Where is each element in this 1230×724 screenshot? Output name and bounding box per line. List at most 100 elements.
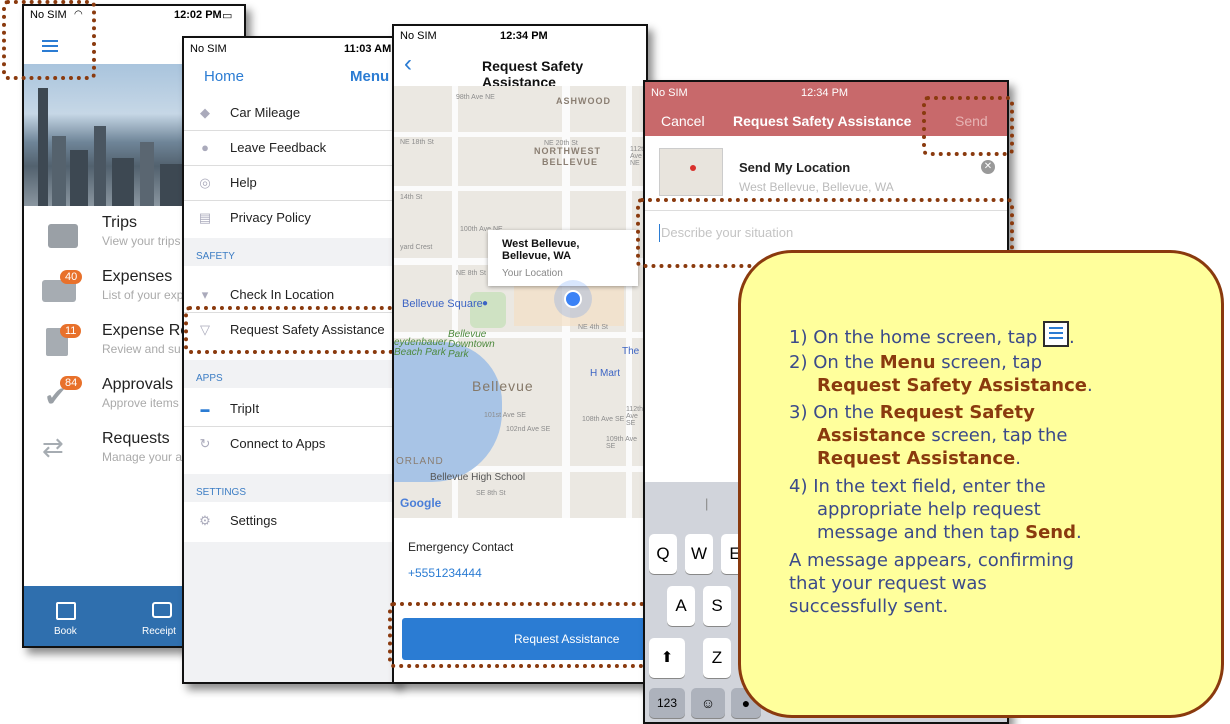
battery-icon: ▭: [222, 10, 233, 22]
step-emphasis: Assistance: [817, 425, 926, 446]
tripit-icon: ▬: [200, 404, 210, 414]
list-item-subtitle: List of your exp: [102, 288, 184, 302]
list-item-subtitle: Review and su: [102, 342, 181, 356]
section-label: SETTINGS: [196, 487, 247, 498]
emergency-contact-label: Emergency Contact: [408, 540, 514, 554]
place-label: The: [622, 346, 640, 357]
map-area-label: ASHWOOD: [556, 96, 611, 106]
street-label: 109th Ave SE: [606, 436, 638, 450]
book-icon[interactable]: [56, 602, 76, 620]
street-label: 14th St: [400, 194, 423, 201]
street-label: NE 20th St: [544, 140, 578, 147]
map-attribution: Google: [400, 496, 442, 510]
help-icon: ◎: [199, 175, 211, 190]
list-item-title: Approvals: [102, 376, 174, 393]
street-label: SE 8th St: [476, 490, 506, 497]
menu-item-settings[interactable]: ⚙ Settings: [184, 504, 396, 538]
list-item-subtitle: View your trips: [102, 234, 181, 248]
tab-book[interactable]: Book: [54, 626, 77, 637]
gear-icon: ⚙: [199, 513, 211, 528]
step-text: 1) On the home screen, tap: [789, 327, 1038, 348]
place-label: Bellevue High School: [430, 472, 526, 483]
screen-title: Request Safety Assistance: [733, 113, 912, 129]
list-item-title: Expenses: [102, 268, 173, 285]
note-text: successfully sent.: [789, 596, 949, 617]
key-a[interactable]: A: [667, 586, 695, 626]
menu-item-leave-feedback[interactable]: ● Leave Feedback: [184, 131, 396, 166]
section-safety: SAFETY: [184, 238, 396, 266]
place-label: H Mart: [590, 368, 620, 379]
back-chevron-icon[interactable]: ‹: [404, 50, 412, 78]
menu-icon: [1043, 321, 1070, 347]
key-s[interactable]: S: [703, 586, 731, 626]
count-badge: 40: [60, 270, 83, 284]
step-emphasis: Request Safety: [879, 402, 1035, 423]
chat-icon: ●: [201, 140, 209, 155]
camera-icon[interactable]: [152, 602, 172, 618]
street-label: 98th Ave NE: [456, 94, 495, 101]
tab-receipt[interactable]: Receipt: [142, 626, 176, 637]
note-text: that your request was: [789, 573, 987, 594]
step-emphasis: Menu: [879, 352, 936, 373]
menu-item-privacy-policy[interactable]: ▤ Privacy Policy: [184, 201, 396, 235]
menu-item-label: Help: [230, 175, 257, 190]
menu-item-help[interactable]: ◎ Help: [184, 166, 396, 201]
location-pin-icon: ▾: [201, 287, 209, 302]
instructions-callout: 1) On the home screen, tap . 2) On the M…: [738, 250, 1224, 718]
street-label: 108th Ave SE: [582, 416, 625, 423]
section-label: APPS: [196, 373, 223, 384]
cancel-button[interactable]: Cancel: [661, 113, 705, 129]
highlight-send-button: [922, 96, 1014, 156]
step-text: screen, tap the: [925, 425, 1068, 446]
step-text: 2) On the: [789, 352, 880, 373]
home-link[interactable]: Home: [204, 68, 244, 85]
key-z[interactable]: Z: [703, 638, 731, 678]
place-label: Bellevue Downtown Park: [448, 329, 495, 360]
arrows-icon: ⇄: [42, 432, 64, 462]
numbers-key[interactable]: 123: [649, 688, 685, 718]
clock: 12:34 PM: [801, 87, 849, 99]
street-label: NE 18th St: [400, 139, 434, 146]
step-emphasis: Request Safety Assistance: [817, 375, 1087, 396]
confirmation-note: A message appears, confirming that your …: [789, 549, 1074, 618]
list-item-title: Expense Re: [102, 322, 190, 339]
menu-item-label: Privacy Policy: [230, 210, 311, 225]
menu-screen: No SIM 11:03 AM Home Menu ◆ Car Mileage ●…: [182, 36, 398, 684]
step-2: 2) On the Menu screen, tap Request Safet…: [789, 352, 1093, 396]
shift-key-icon[interactable]: ⬆: [649, 638, 685, 678]
current-location-marker: [564, 290, 582, 308]
clear-icon[interactable]: ✕: [981, 160, 995, 174]
menu-item-label: Check In Location: [230, 287, 335, 302]
clock: 12:02 PM: [174, 9, 222, 21]
location-popup[interactable]: West Bellevue, Bellevue, WA Your Locatio…: [488, 230, 638, 286]
carrier: No SIM: [190, 43, 227, 55]
list-item-subtitle: Manage your a: [102, 450, 183, 464]
menu-item-car-mileage[interactable]: ◆ Car Mileage: [184, 96, 396, 131]
step-3: 3) On the Request Safety Assistance scre…: [789, 402, 1068, 469]
step-text: screen, tap: [935, 352, 1043, 373]
send-location-subtitle: West Bellevue, Bellevue, WA: [739, 180, 894, 194]
section-label: SAFETY: [196, 251, 235, 262]
emoji-key-icon[interactable]: ☺: [691, 688, 725, 718]
menu-item-label: Car Mileage: [230, 105, 301, 120]
emergency-contact-number[interactable]: +5551234444: [408, 566, 482, 580]
step-text: 3) On the: [789, 402, 880, 423]
key-w[interactable]: W: [685, 534, 713, 574]
menu-footer: [184, 542, 396, 682]
menu-item-connect-to-apps[interactable]: ↻ Connect to Apps: [184, 427, 396, 461]
popup-subtitle: Your Location: [502, 268, 563, 279]
popup-title: West Bellevue, Bellevue, WA: [502, 238, 580, 262]
street-label: NE 4th St: [578, 324, 608, 331]
section-settings: SETTINGS: [184, 474, 396, 502]
note-text: A message appears, confirming: [789, 550, 1074, 571]
highlight-request-safety-assistance: [184, 306, 396, 354]
location-map[interactable]: ASHWOOD NORTHWEST BELLEVUE Bellevue NE 2…: [394, 86, 646, 518]
street-label: 102nd Ave SE: [506, 426, 551, 433]
key-q[interactable]: Q: [649, 534, 677, 574]
menu-item-tripit[interactable]: ▬ TripIt: [184, 392, 396, 427]
step-text: 4) In the text field, enter the: [789, 476, 1046, 497]
document-icon: ▤: [198, 210, 212, 225]
map-area-label: BELLEVUE: [542, 157, 599, 167]
car-icon: ◆: [200, 105, 210, 120]
highlight-menu-icon: [2, 0, 96, 80]
